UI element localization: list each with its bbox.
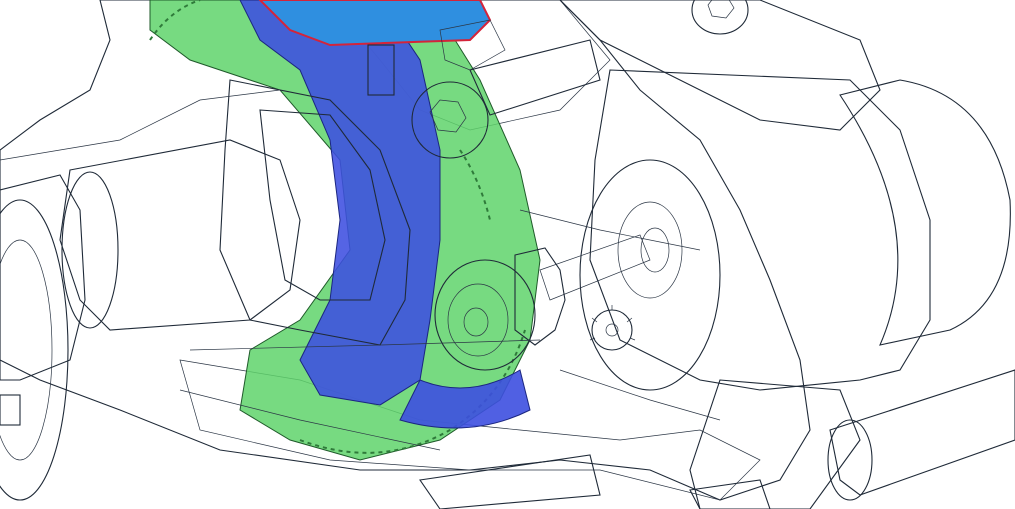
housing-right-flange	[559, 0, 881, 131]
wheel-hub[interactable]	[0, 174, 86, 501]
motor-bearing	[617, 201, 683, 299]
electric-motor[interactable]	[579, 69, 1011, 509]
idler-gear-pink[interactable]	[589, 305, 636, 351]
motor-can-body	[589, 69, 931, 391]
motor-bearing-inner	[640, 227, 670, 273]
pinion-shaft	[539, 234, 651, 301]
output-axle[interactable]	[827, 369, 1015, 501]
motor-mount-bracket	[689, 379, 861, 509]
hex-socket-icon	[707, 0, 735, 19]
hub-axle-stub	[0, 394, 21, 426]
cap-screw-top-right[interactable]	[691, 0, 749, 35]
hub-flange-inner	[0, 239, 53, 461]
motor-endcap-red	[839, 79, 1011, 346]
cad-viewport[interactable]	[0, 0, 1015, 509]
cad-model-render[interactable]	[0, 0, 1015, 509]
axle-tube[interactable]	[59, 139, 301, 331]
axle-tube-body	[59, 139, 301, 331]
axle-tube-end	[61, 171, 119, 329]
cap-screw-lower[interactable]	[419, 454, 771, 509]
